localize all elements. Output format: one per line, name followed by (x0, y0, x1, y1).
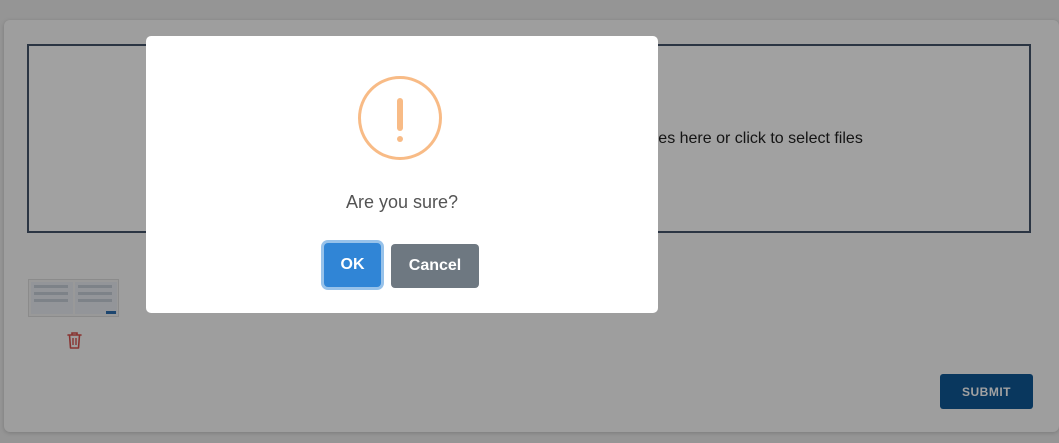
dialog-title: Are you sure? (345, 192, 459, 212)
cancel-button[interactable]: Cancel (391, 244, 479, 288)
warning-icon (358, 76, 442, 160)
confirm-dialog: Are you sure? OK Cancel (146, 36, 658, 313)
ok-button[interactable]: OK (324, 243, 381, 287)
